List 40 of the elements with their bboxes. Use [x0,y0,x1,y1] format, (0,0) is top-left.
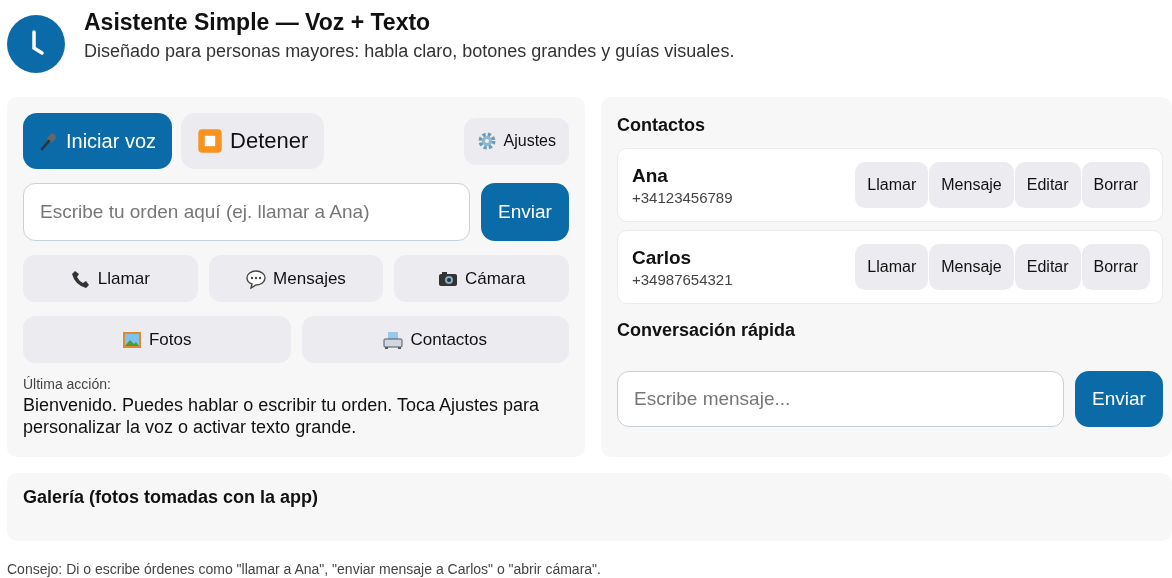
stop-icon [197,128,224,154]
contact-action-button[interactable]: Llamar [855,244,929,290]
send-button[interactable]: Enviar [481,183,569,241]
command-input[interactable]: Escribe tu orden aquí (ej. llamar a Ana) [23,183,470,241]
contact-action-button[interactable]: Editar [1014,244,1081,290]
section-title: Conversación rápida [617,320,797,341]
shortcut-button[interactable]: Fotos [23,316,291,363]
send-button[interactable]: Enviar [1075,371,1163,427]
section-title: Galería (fotos tomadas con la app) [23,487,320,508]
shortcut-button[interactable]: Llamar [23,255,198,302]
contact-action-button[interactable]: Editar [1014,162,1081,208]
contact-phone: +34123456789 [632,188,733,206]
stop-button[interactable]: Detener [181,113,325,169]
shortcut-button[interactable]: Cámara [394,255,569,302]
contact-action-button[interactable]: Mensaje [929,162,1014,208]
last-action-label: Última acción: [23,376,112,392]
card-file-icon [383,329,404,350]
section-title: Contactos [617,115,706,136]
picture-icon [122,329,142,350]
contact-action-button[interactable]: Mensaje [929,244,1014,290]
shortcut-button[interactable]: Mensajes [208,255,384,302]
contact-action-button[interactable]: Llamar [855,162,929,208]
contact-phone: +34987654321 [632,270,733,288]
last-action-text: Bienvenido. Puedes hablar o escribir tu orden. Toca Ajustes para personalizar la voz o activar texto grande. [23,394,540,438]
settings-icon [476,131,497,151]
app-title: Asistente Simple — Voz + Texto [84,8,432,37]
app-subtitle: Diseñado para personas mayores: habla claro, botones grandes y guías visuales. [84,41,735,62]
contact-name: Carlos [632,246,693,269]
settings-button[interactable]: Ajustes [463,117,569,165]
tip-text: Consejo: Di o escribe órdenes como "llamar a Ana", "enviar mensaje a Carlos" o "abrir cámara". [7,561,602,577]
message-input[interactable]: Escribe mensaje... [617,371,1064,427]
phone-icon [70,268,91,289]
clock-icon [7,15,65,73]
microphone-icon [39,131,59,151]
contact-action-button[interactable]: Borrar [1081,244,1150,290]
start-voice-button[interactable]: Iniciar voz [23,113,173,169]
contact-action-button[interactable]: Borrar [1081,162,1150,208]
shortcut-button[interactable]: Contactos [301,316,569,363]
chat-icon [246,268,267,289]
contact-name: Ana [632,164,669,187]
